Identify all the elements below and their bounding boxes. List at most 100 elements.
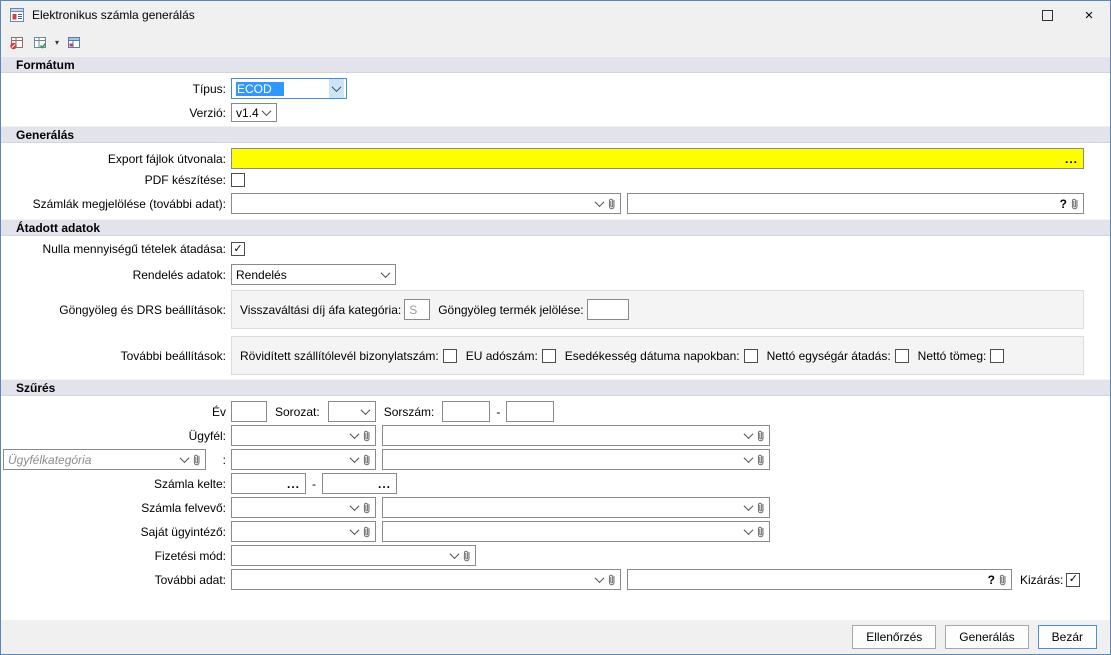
szamla-felvevo-combobox[interactable] bbox=[231, 497, 376, 518]
paperclip-icon[interactable] bbox=[362, 429, 372, 443]
ugyfel-combobox[interactable] bbox=[231, 425, 376, 446]
visszavaltasi-afa-value: S bbox=[409, 303, 417, 317]
paperclip-icon[interactable] bbox=[362, 501, 372, 515]
paperclip-icon[interactable] bbox=[998, 573, 1008, 587]
esedekesseg-checkbox[interactable] bbox=[744, 349, 758, 363]
form-row: Számla kelte: ... - ... bbox=[1, 473, 1110, 494]
paperclip-icon[interactable] bbox=[756, 453, 766, 467]
tovabbi-beallitasok-groupbox: Rövidített szállítólevél bizonylatszám: … bbox=[231, 336, 1084, 375]
date-picker-button[interactable]: ... bbox=[375, 478, 394, 490]
generalas-button[interactable]: Generálás bbox=[945, 625, 1028, 649]
paperclip-icon[interactable] bbox=[462, 549, 472, 563]
paperclip-icon[interactable] bbox=[607, 573, 617, 587]
titlebar: Elektronikus számla generálás × bbox=[1, 1, 1110, 29]
netto-egysegar-checkbox[interactable] bbox=[895, 349, 909, 363]
chevron-down-icon[interactable] bbox=[741, 426, 756, 445]
chevron-down-icon[interactable] bbox=[741, 522, 756, 541]
kizaras-label: Kizárás: bbox=[1020, 573, 1063, 587]
sorszam-to-input[interactable] bbox=[506, 401, 554, 422]
szamla-kelte-to-input[interactable]: ... bbox=[322, 473, 397, 494]
question-mark-icon[interactable]: ? bbox=[1057, 197, 1070, 211]
chevron-down-icon[interactable] bbox=[378, 265, 393, 284]
tipus-combobox[interactable]: ECOD bbox=[231, 78, 347, 99]
maximize-button[interactable] bbox=[1026, 1, 1068, 29]
chevron-down-icon[interactable] bbox=[329, 79, 344, 98]
netto-egysegar-label: Nettó egységár átadás: bbox=[767, 349, 891, 363]
section-header-generalas: Generálás bbox=[1, 126, 1110, 143]
paperclip-icon[interactable] bbox=[192, 453, 202, 467]
gongyoleg-termek-input[interactable] bbox=[587, 299, 629, 320]
chevron-down-icon[interactable] bbox=[741, 498, 756, 517]
paperclip-icon[interactable] bbox=[362, 525, 372, 539]
netto-tomeg-checkbox[interactable] bbox=[990, 349, 1004, 363]
gongyoleg-drs-groupbox: Visszaváltási díj áfa kategória: S Göngy… bbox=[231, 290, 1084, 329]
paperclip-icon[interactable] bbox=[756, 525, 766, 539]
paperclip-icon[interactable] bbox=[1070, 197, 1080, 211]
form-row: Saját ügyintéző: bbox=[1, 521, 1110, 542]
eu-adoszam-checkbox[interactable] bbox=[542, 349, 556, 363]
fizetesi-mod-combobox[interactable] bbox=[231, 545, 476, 566]
form-row: Verzió: v1.4 bbox=[1, 103, 1110, 122]
date-picker-button[interactable]: ... bbox=[284, 478, 303, 490]
paperclip-icon[interactable] bbox=[362, 453, 372, 467]
close-icon: × bbox=[1085, 8, 1094, 23]
chevron-down-icon[interactable] bbox=[358, 402, 373, 421]
question-mark-icon[interactable]: ? bbox=[985, 573, 998, 587]
fizetesi-mod-label: Fizetési mód: bbox=[3, 549, 231, 563]
toolbar-button-1[interactable] bbox=[6, 32, 28, 54]
ugyfelkategoria-value-combobox[interactable] bbox=[382, 449, 770, 470]
chevron-down-icon[interactable] bbox=[347, 522, 362, 541]
toolbar-dropdown-arrow[interactable]: ▾ bbox=[52, 38, 62, 47]
ev-input[interactable] bbox=[231, 401, 267, 422]
section-header-atadott: Átadott adatok bbox=[1, 219, 1110, 236]
toolbar: ▾ bbox=[1, 29, 1110, 56]
verzio-selected-value: v1.4 bbox=[236, 106, 259, 120]
szamlak-megjelolese-extra-field[interactable]: ? bbox=[627, 193, 1084, 214]
ugyfel-name-combobox[interactable] bbox=[382, 425, 770, 446]
rendeles-selected-value: Rendelés bbox=[236, 268, 287, 282]
szamlak-megjelolese-combobox[interactable] bbox=[231, 193, 621, 214]
szamla-felvevo-name-combobox[interactable] bbox=[382, 497, 770, 518]
sajat-ugyintezo-combobox[interactable] bbox=[231, 521, 376, 542]
browse-button[interactable]: ... bbox=[1062, 153, 1081, 165]
paperclip-icon[interactable] bbox=[607, 197, 617, 211]
pdf-checkbox[interactable] bbox=[231, 173, 245, 187]
nulla-mennyiseg-label: Nulla mennyiségű tételek átadása: bbox=[3, 242, 231, 256]
sorozat-combobox[interactable] bbox=[328, 401, 376, 422]
sajat-ugyintezo-name-combobox[interactable] bbox=[382, 521, 770, 542]
export-path-label: Export fájlok útvonala: bbox=[3, 152, 231, 166]
ugyfelkategoria-code-combobox[interactable] bbox=[231, 449, 376, 470]
toolbar-button-2[interactable] bbox=[29, 32, 51, 54]
chevron-down-icon[interactable] bbox=[592, 570, 607, 589]
bezar-button[interactable]: Bezár bbox=[1038, 625, 1097, 649]
esedekesseg-label: Esedékesség dátuma napokban: bbox=[565, 349, 740, 363]
chevron-down-icon[interactable] bbox=[347, 450, 362, 469]
rendeles-adatok-combobox[interactable]: Rendelés bbox=[231, 264, 396, 285]
chevron-down-icon[interactable] bbox=[347, 426, 362, 445]
verzio-label: Verzió: bbox=[3, 106, 231, 120]
chevron-down-icon[interactable] bbox=[447, 546, 462, 565]
tovabbi-adat-value-field[interactable]: ? bbox=[627, 569, 1012, 590]
close-button[interactable]: × bbox=[1068, 1, 1110, 29]
chevron-down-icon[interactable] bbox=[177, 450, 192, 469]
paperclip-icon[interactable] bbox=[756, 501, 766, 515]
kizaras-checkbox[interactable]: ✓ bbox=[1066, 573, 1080, 587]
sorszam-from-input[interactable] bbox=[442, 401, 490, 422]
szamla-kelte-from-input[interactable]: ... bbox=[231, 473, 306, 494]
export-path-input[interactable]: ... bbox=[231, 148, 1084, 169]
ugyfelkategoria-combobox[interactable]: Ügyfélkategória bbox=[3, 449, 206, 470]
szamlak-megjelolese-label: Számlák megjelölése (további adat): bbox=[3, 197, 231, 211]
chevron-down-icon[interactable] bbox=[592, 194, 607, 213]
verzio-combobox[interactable]: v1.4 bbox=[231, 103, 277, 122]
nulla-mennyiseg-checkbox[interactable]: ✓ bbox=[231, 242, 245, 256]
rendeles-adatok-label: Rendelés adatok: bbox=[3, 268, 231, 282]
chevron-down-icon[interactable] bbox=[741, 450, 756, 469]
toolbar-button-3[interactable] bbox=[63, 32, 85, 54]
rovidetett-szallitolevel-checkbox[interactable] bbox=[443, 349, 457, 363]
paperclip-icon[interactable] bbox=[756, 429, 766, 443]
chevron-down-icon[interactable] bbox=[347, 498, 362, 517]
visszavaltasi-afa-input[interactable]: S bbox=[404, 299, 430, 320]
chevron-down-icon[interactable] bbox=[259, 104, 274, 121]
ellenorzes-button[interactable]: Ellenőrzés bbox=[852, 625, 936, 649]
tovabbi-adat-combobox[interactable] bbox=[231, 569, 621, 590]
